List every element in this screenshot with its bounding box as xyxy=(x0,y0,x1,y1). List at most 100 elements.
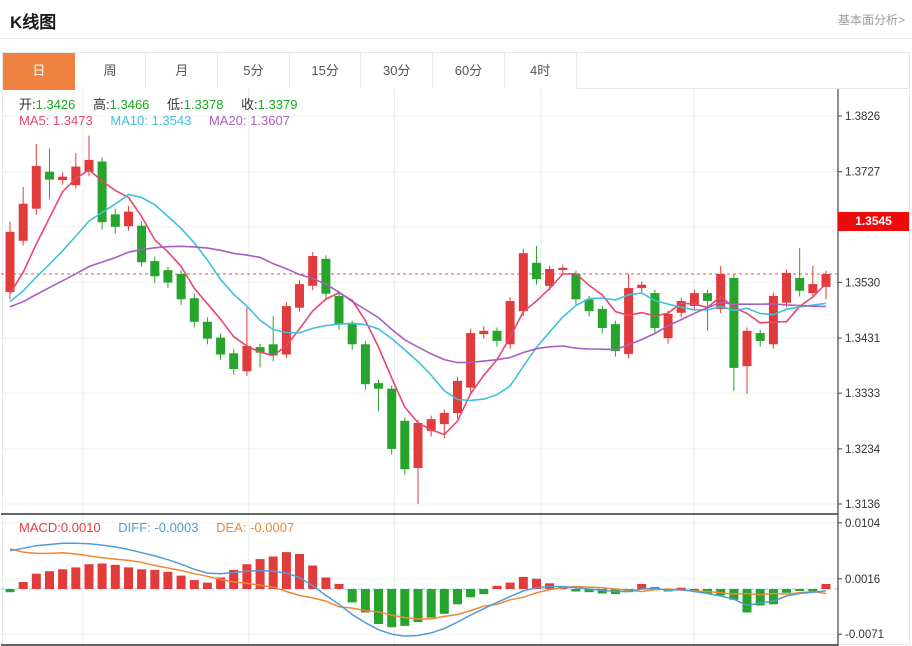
candle-body xyxy=(545,269,554,286)
kline-page: K线图 基本面分析> 日周月5分15分30分60分4时 1.38261.3727… xyxy=(0,0,912,646)
macd-hist-bar xyxy=(519,577,528,589)
macd-hist-bar xyxy=(506,583,515,589)
candle-body xyxy=(400,421,409,469)
candle-body xyxy=(216,338,225,355)
candle-body xyxy=(558,268,567,270)
macd-hist-bar xyxy=(190,580,199,589)
high-label: 高: xyxy=(93,97,110,112)
macd-hist-bar xyxy=(479,589,488,594)
macd-hist-bar xyxy=(414,589,423,622)
candle-body xyxy=(190,298,199,322)
tab-4[interactable]: 5分 xyxy=(218,53,290,89)
candle-body xyxy=(295,284,304,308)
candle-body xyxy=(19,204,28,241)
ma20-value: 1.3607 xyxy=(250,113,290,128)
candle-body xyxy=(321,259,330,294)
tab-2[interactable]: 周 xyxy=(75,53,147,89)
chart-area[interactable]: 1.38261.37271.36291.35301.34311.33331.32… xyxy=(1,89,911,646)
candle-body xyxy=(32,166,41,209)
ma10-value: 1.3543 xyxy=(152,113,192,128)
y-axis-label: 1.3234 xyxy=(845,444,881,456)
low-value: 1.3378 xyxy=(184,97,224,112)
macd-hist-bar xyxy=(493,586,502,589)
candle-body xyxy=(335,296,344,324)
macd-hist-bar xyxy=(295,554,304,589)
macd-hist-bar xyxy=(361,589,370,613)
macd-hist-bar xyxy=(32,574,41,589)
candle-body xyxy=(229,353,238,369)
dea-value: -0.0007 xyxy=(250,520,294,535)
macd-hist-bar xyxy=(743,589,752,613)
tab-3[interactable]: 月 xyxy=(146,53,218,89)
y-axis-label: 1.3333 xyxy=(845,388,880,400)
candle-body xyxy=(795,278,804,291)
tab-8[interactable]: 4时 xyxy=(505,53,577,89)
candle-body xyxy=(137,226,146,263)
macd-hist-bar xyxy=(19,582,28,589)
y-axis-label: 1.3136 xyxy=(845,499,880,511)
candle-body xyxy=(598,309,607,328)
y-axis-label: 1.3530 xyxy=(845,277,880,289)
tab-7[interactable]: 60分 xyxy=(433,53,505,89)
ma-readout: MA5: 1.3473 MA10: 1.3543 MA20: 1.3607 xyxy=(19,113,304,128)
macd-hist-bar xyxy=(150,570,159,589)
candle-body xyxy=(361,344,370,384)
tab-5[interactable]: 15分 xyxy=(290,53,362,89)
candle-body xyxy=(532,263,541,279)
close-label: 收: xyxy=(241,97,258,112)
macd-hist-bar xyxy=(85,564,94,589)
macd-readout: MACD:0.0010 DIFF: -0.0003 DEA: -0.0007 xyxy=(19,520,308,535)
macd-hist-bar xyxy=(453,589,462,604)
macd-hist-bar xyxy=(137,569,146,589)
y-axis-label: 0.0104 xyxy=(845,518,881,530)
macd-hist-bar xyxy=(348,589,357,602)
fundamental-analysis-link[interactable]: 基本面分析> xyxy=(838,11,905,28)
ma10-label: MA10: xyxy=(110,113,148,128)
dea-label: DEA: xyxy=(216,520,246,535)
candle-body xyxy=(387,389,396,449)
macd-hist-bar xyxy=(282,552,291,589)
title-divider xyxy=(0,38,912,39)
macd-hist-bar xyxy=(808,589,817,591)
y-axis-label: 1.3431 xyxy=(845,333,880,345)
macd-hist-bar xyxy=(571,589,580,592)
macd-hist-bar xyxy=(58,569,67,589)
candle-body xyxy=(808,284,817,293)
current-price-badge: 1.3545 xyxy=(838,212,909,231)
kline-widget: 日周月5分15分30分60分4时 1.38261.37271.36291.353… xyxy=(2,52,910,645)
macd-hist-bar xyxy=(335,584,344,589)
macd-hist-bar xyxy=(822,584,831,589)
macd-hist-bar xyxy=(45,571,54,589)
candle-body xyxy=(163,270,172,282)
candle-body xyxy=(822,274,831,287)
candle-body xyxy=(308,256,317,286)
macd-hist-bar xyxy=(269,557,278,590)
candle-body xyxy=(111,214,120,226)
open-value: 1.3426 xyxy=(36,97,76,112)
candle-body xyxy=(414,423,423,468)
candle-body xyxy=(150,261,159,276)
macd-hist-bar xyxy=(98,564,107,590)
candle-body xyxy=(782,273,791,303)
ma20-line xyxy=(10,246,826,362)
macd-hist-bar xyxy=(466,589,475,597)
y-axis-label: -0.0071 xyxy=(845,629,884,641)
candle-body xyxy=(242,346,251,371)
macd-hist-bar xyxy=(374,589,383,624)
candle-body xyxy=(493,331,502,341)
macd-label: MACD: xyxy=(19,520,61,535)
macd-hist-bar xyxy=(440,589,449,614)
macd-hist-bar xyxy=(111,565,120,589)
macd-hist-bar xyxy=(795,589,804,591)
kline-chart-svg[interactable]: 1.38261.37271.36291.35301.34311.33331.32… xyxy=(1,89,911,646)
candle-body xyxy=(58,177,67,180)
close-value: 1.3379 xyxy=(258,97,298,112)
ohlc-readout: 开:1.3426 高:1.3466 低:1.3378 收:1.3379 xyxy=(19,94,311,113)
candle-body xyxy=(637,285,646,288)
macd-hist-bar xyxy=(71,567,80,589)
candle-body xyxy=(611,324,620,351)
diff-label: DIFF: xyxy=(118,520,151,535)
tab-1[interactable]: 日 xyxy=(3,53,75,90)
tab-6[interactable]: 30分 xyxy=(361,53,433,89)
candle-body xyxy=(571,274,580,299)
